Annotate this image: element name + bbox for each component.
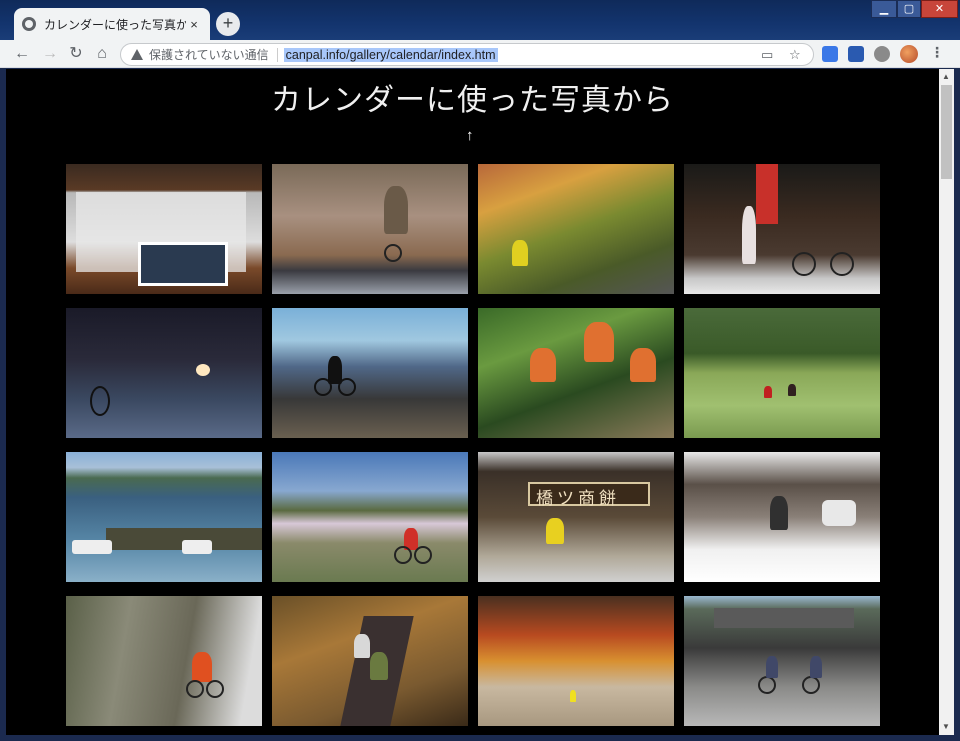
new-tab-button[interactable]: + [216, 12, 240, 36]
photo-cyclist-sea[interactable] [272, 308, 468, 438]
address-bar[interactable]: 保護されていない通信 canpal.info/gallery/calendar/… [120, 43, 814, 66]
extension-icon[interactable] [848, 46, 864, 62]
up-arrow-icon[interactable]: ↑ [466, 127, 474, 144]
browser-toolbar: ← → ↻ ⌂ 保護されていない通信 canpal.info/gallery/c… [0, 40, 960, 68]
forward-button[interactable]: → [40, 44, 60, 64]
scroll-down-icon[interactable]: ▼ [942, 722, 950, 731]
photo-rice-cake-shop[interactable]: 橋ツ商餅 [478, 452, 674, 582]
minimize-icon: ▁ [879, 3, 889, 15]
warning-icon [131, 49, 143, 60]
divider [276, 47, 278, 62]
back-button[interactable]: ← [12, 44, 32, 64]
close-icon: ✕ [934, 3, 945, 15]
cast-icon[interactable]: ▭ [761, 47, 773, 63]
page-content: カレンダーに使った写真から ↑ 橋ツ商餅 [6, 69, 939, 735]
page-title: カレンダーに使った写真から [271, 83, 674, 118]
url-text[interactable]: canpal.info/gallery/calendar/index.htm [283, 47, 498, 62]
puzzle-extensions-icon[interactable] [874, 46, 890, 62]
bookmark-star-icon[interactable]: ☆ [789, 47, 801, 63]
photo-woman-bicycles[interactable] [684, 164, 880, 294]
photo-rock-cliff[interactable] [66, 596, 262, 726]
reload-button[interactable]: ↻ [66, 44, 86, 64]
vertical-scrollbar[interactable]: ▲ ▼ [939, 69, 954, 735]
photo-blossom-valley[interactable] [272, 452, 468, 582]
photo-calendar-display[interactable] [66, 164, 262, 294]
tab-title: カレンダーに使った写真から [44, 17, 186, 32]
photo-group-cyclists[interactable] [478, 308, 674, 438]
menu-icon[interactable]: ⋮ [930, 44, 944, 61]
photo-rice-fields[interactable] [684, 308, 880, 438]
security-label[interactable]: 保護されていない通信 [149, 46, 269, 63]
globe-icon [22, 17, 36, 31]
photo-autumn-pampas[interactable] [478, 596, 674, 726]
photo-harbor-pier[interactable] [66, 452, 262, 582]
tab-close-icon[interactable]: × [186, 17, 202, 32]
photo-old-townhouses[interactable] [684, 596, 880, 726]
photo-snowy-village[interactable] [684, 452, 880, 582]
home-button[interactable]: ⌂ [92, 44, 112, 64]
scroll-up-icon[interactable]: ▲ [942, 72, 950, 81]
maximize-icon: ▢ [903, 3, 915, 15]
photo-bicycle-lantern[interactable] [66, 308, 262, 438]
shop-sign: 橋ツ商餅 [536, 489, 620, 509]
browser-window: カレンダーに使った写真から × + ▁ ▢ ✕ ← → ↻ ⌂ 保護されていない… [0, 0, 960, 741]
title-bar: カレンダーに使った写真から × + ▁ ▢ ✕ [0, 0, 960, 40]
close-window-button[interactable]: ✕ [921, 0, 958, 18]
translate-extension-icon[interactable] [822, 46, 838, 62]
scrollbar-thumb[interactable] [941, 85, 952, 179]
photo-cyclist-waving[interactable] [272, 164, 468, 294]
avatar[interactable] [900, 45, 918, 63]
maximize-button[interactable]: ▢ [897, 0, 921, 18]
browser-tab[interactable]: カレンダーに使った写真から × [14, 8, 210, 40]
photo-forest-path[interactable] [272, 596, 468, 726]
minimize-button[interactable]: ▁ [871, 0, 897, 18]
photo-autumn-cyclist[interactable] [478, 164, 674, 294]
